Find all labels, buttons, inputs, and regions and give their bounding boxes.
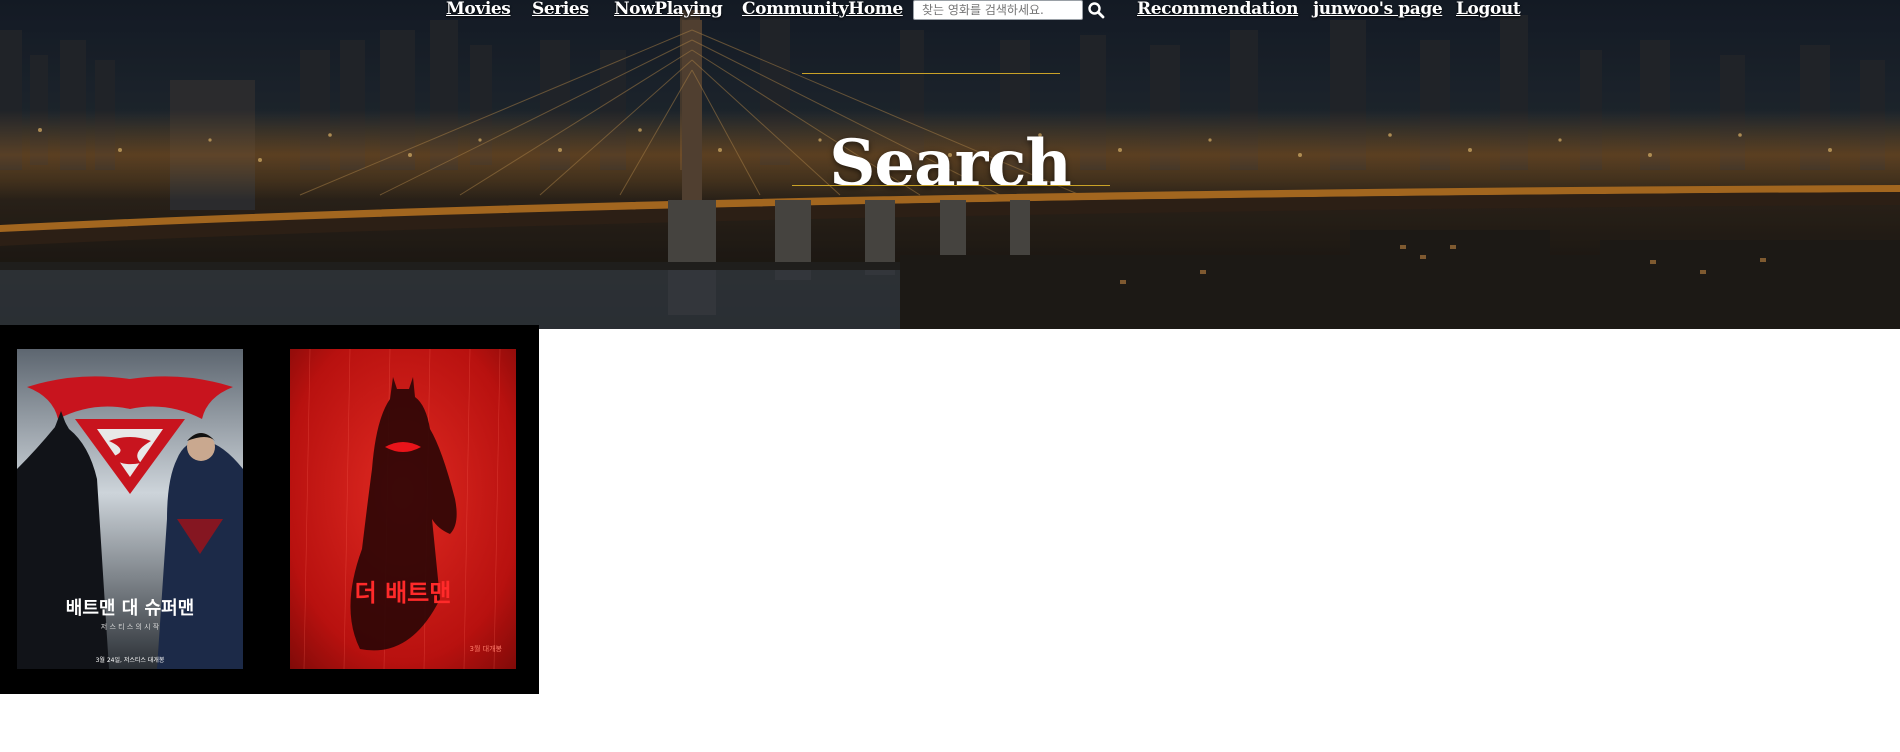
poster-2-artwork: 더 배트맨 3월 대개봉 (290, 349, 516, 669)
nav-link-user-page[interactable]: junwoo's page (1313, 0, 1443, 18)
movie-poster-2[interactable]: 더 배트맨 3월 대개봉 (290, 349, 516, 669)
search-results: 배트맨 대 슈퍼맨 저 스 티 스 의 시 작 3월 24일, 저스티스 대개봉 (0, 325, 539, 694)
poster-1-artwork: 배트맨 대 슈퍼맨 저 스 티 스 의 시 작 3월 24일, 저스티스 대개봉 (17, 349, 243, 669)
hero-banner: Movies Series NowPlaying CommunityHome R… (0, 0, 1900, 329)
nav-link-now-playing[interactable]: NowPlaying (614, 0, 723, 18)
top-nav: Movies Series NowPlaying CommunityHome R… (0, 0, 1900, 22)
poster-1-release-art: 3월 24일, 저스티스 대개봉 (96, 656, 165, 664)
poster-1-subtitle-art: 저 스 티 스 의 시 작 (101, 622, 160, 631)
poster-2-title-art: 더 배트맨 (355, 579, 452, 607)
poster-1-title-art: 배트맨 대 슈퍼맨 (66, 598, 194, 619)
title-divider-top (802, 73, 1060, 74)
nav-link-series[interactable]: Series (532, 0, 589, 18)
search-icon[interactable] (1084, 0, 1108, 20)
page-title: Search (829, 125, 1072, 201)
poster-2-release-art: 3월 대개봉 (470, 644, 503, 653)
search-input[interactable] (913, 0, 1083, 20)
nav-link-community-home[interactable]: CommunityHome (742, 0, 903, 18)
nav-link-logout[interactable]: Logout (1456, 0, 1521, 18)
nav-link-recommendation[interactable]: Recommendation (1137, 0, 1299, 18)
nav-link-movies[interactable]: Movies (446, 0, 511, 18)
movie-poster-1[interactable]: 배트맨 대 슈퍼맨 저 스 티 스 의 시 작 3월 24일, 저스티스 대개봉 (17, 349, 243, 669)
title-divider-bottom (792, 185, 1110, 186)
